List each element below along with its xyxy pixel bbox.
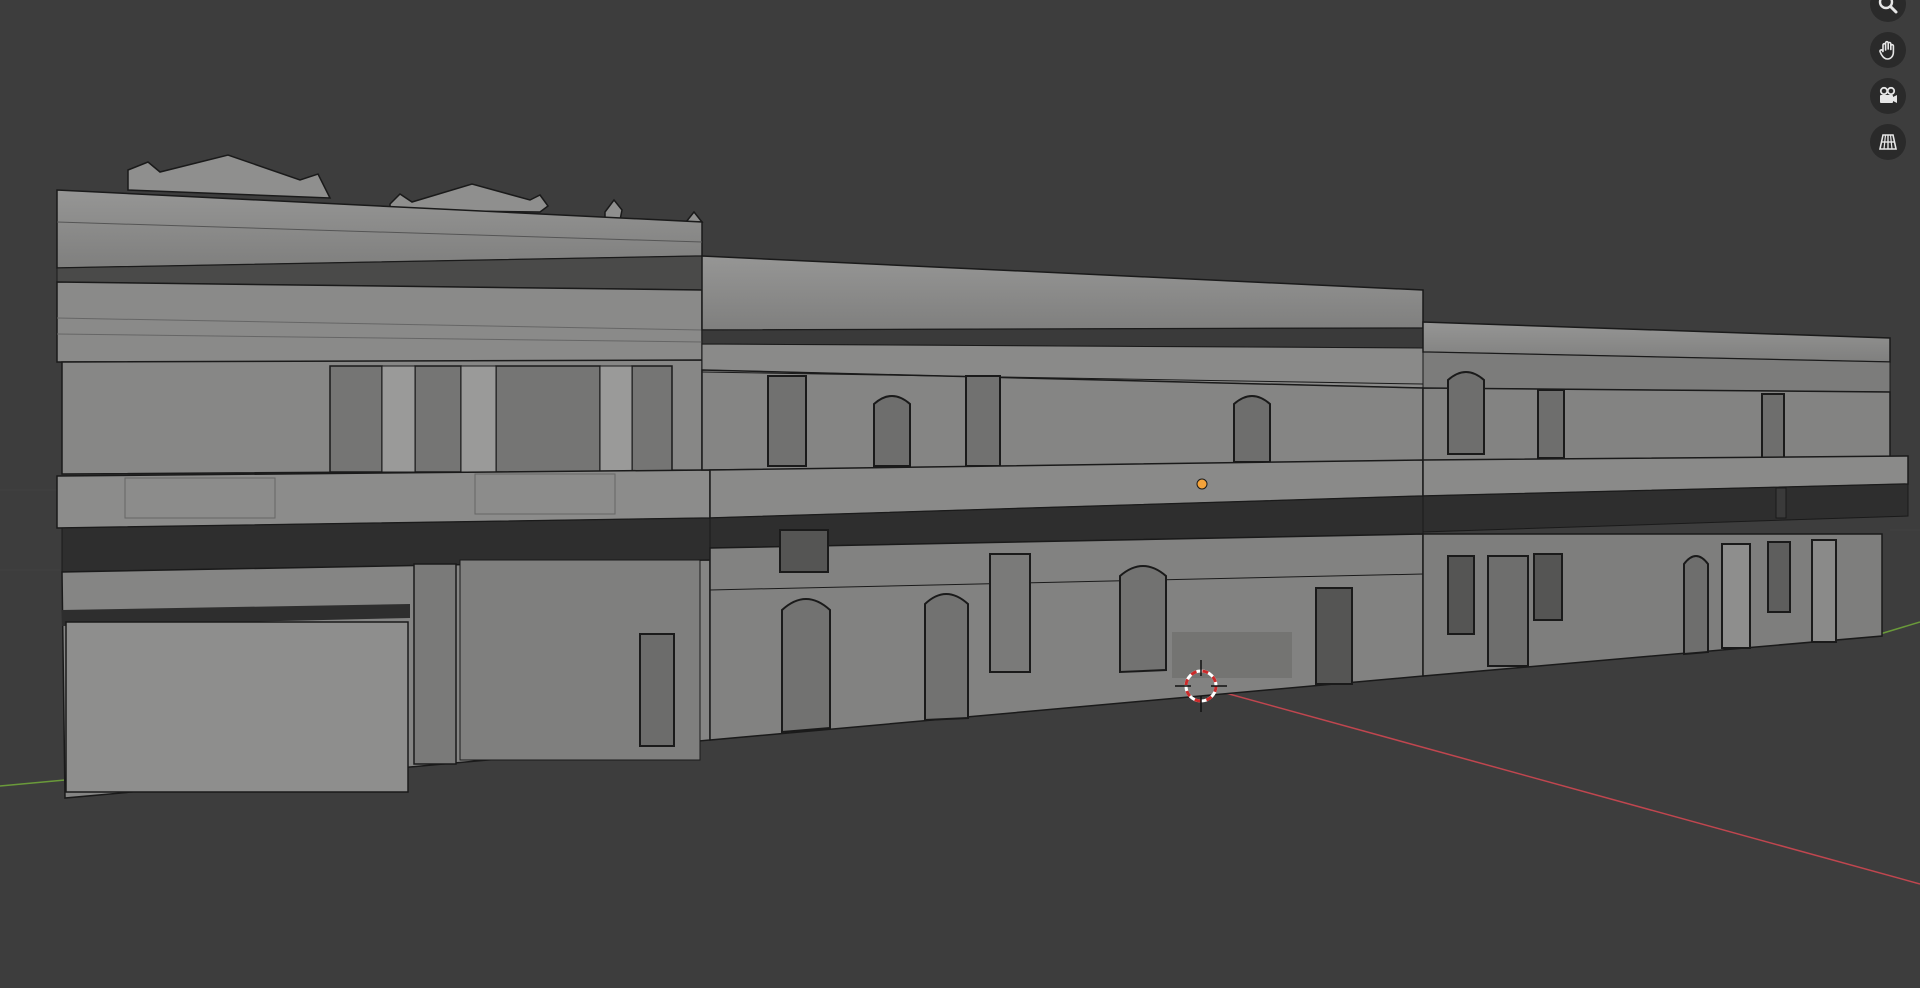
- y-axis-line-right: [1879, 621, 1920, 635]
- camera-icon: [1879, 86, 1897, 103]
- magnifier-icon: [1878, 0, 1898, 14]
- zoom-button[interactable]: [1870, 0, 1906, 22]
- building-middle: [701, 255, 1424, 741]
- navigation-gizmo: [1870, 0, 1906, 160]
- 3d-viewport[interactable]: [0, 0, 1920, 988]
- grid-perspective-icon: [1879, 134, 1897, 150]
- perspective-toggle-button[interactable]: [1870, 124, 1906, 160]
- pan-button[interactable]: [1870, 32, 1906, 68]
- y-axis-line: [0, 779, 66, 787]
- hand-icon: [1879, 40, 1895, 60]
- building-left: [56, 154, 711, 799]
- building-right: [1422, 321, 1909, 677]
- viewport-scene[interactable]: [0, 0, 1920, 988]
- x-axis-line: [1199, 685, 1920, 885]
- object-origin[interactable]: [1196, 478, 1208, 490]
- camera-view-button[interactable]: [1870, 78, 1906, 114]
